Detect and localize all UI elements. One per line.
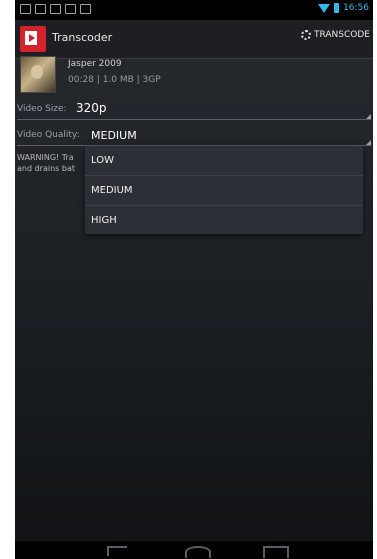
transcode-label: TRANSCODE [314,30,370,40]
navigation-bar [15,541,373,559]
spinner-corner-icon [366,114,371,119]
notification-icon [20,4,31,14]
video-title: Jasper 2009 [68,59,122,69]
phone-screen: 16:56 Transcoder TRANSCODE Jasper 2009 0… [15,0,373,559]
gear-icon [301,30,312,40]
notification-icon [35,4,46,14]
video-size-value: 320p [76,101,107,115]
warning-text: WARNING! Tra and drains bat [17,153,75,173]
video-meta: 00:28 | 1.0 MB | 3GP [68,75,161,85]
video-thumbnail [20,56,56,93]
app-title: Transcoder [52,31,113,44]
notification-icon [50,4,61,14]
action-bar: Transcoder TRANSCODE [15,20,373,59]
quality-dropdown: LOW MEDIUM HIGH [85,146,363,234]
transcode-button[interactable]: TRANSCODE [301,30,370,40]
notification-icons [20,4,91,14]
notification-icon [65,4,76,14]
dropdown-option-high[interactable]: HIGH [85,206,363,235]
dropdown-option-low[interactable]: LOW [85,146,363,176]
notification-icon [80,4,91,14]
back-icon[interactable] [107,546,127,556]
video-size-label: Video Size: [17,104,67,114]
app-logo-icon[interactable] [20,26,46,52]
recent-apps-icon[interactable] [263,546,289,558]
dropdown-option-medium[interactable]: MEDIUM [85,176,363,206]
status-clock: 16:56 [343,3,369,13]
status-bar: 16:56 [15,0,373,20]
video-quality-label: Video Quality: [17,130,80,140]
battery-icon [334,3,340,13]
spinner-corner-icon [366,140,371,145]
divider [17,119,371,120]
home-icon[interactable] [185,546,211,558]
wifi-icon [318,3,331,13]
video-quality-value: MEDIUM [91,129,137,142]
video-info: Jasper 2009 00:28 | 1.0 MB | 3GP [20,56,360,94]
system-icons: 16:56 [318,3,369,13]
video-size-spinner[interactable]: Video Size: 320p [15,98,373,120]
video-quality-spinner[interactable]: Video Quality: MEDIUM [15,124,373,146]
